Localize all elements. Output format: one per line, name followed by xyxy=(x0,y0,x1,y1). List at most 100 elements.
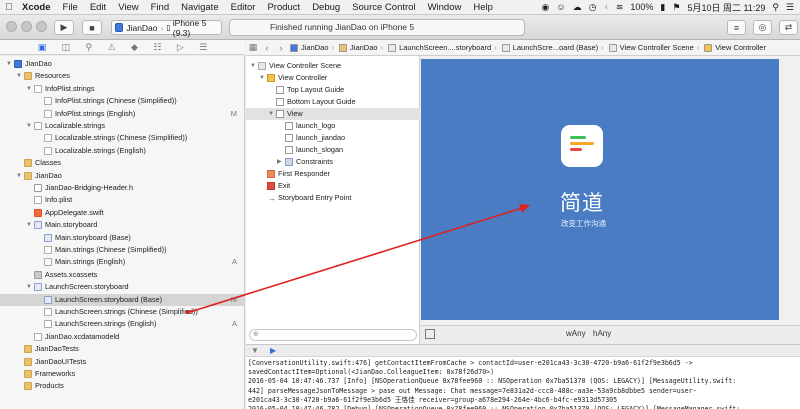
outline-item-launch-slogan[interactable]: launch_slogan xyxy=(246,144,420,156)
outline-item-first-responder[interactable]: First Responder xyxy=(246,168,420,180)
outline-filter-field[interactable]: ⊕ xyxy=(249,329,417,341)
disclosure-triangle-icon[interactable]: ▼ xyxy=(16,170,22,182)
nav-item-localizable-strings[interactable]: ▼ Localizable.strings xyxy=(0,120,245,132)
apple-icon[interactable]:  xyxy=(0,2,18,13)
project-navigator-icon[interactable]: ▣ xyxy=(38,42,47,53)
scheme-selector[interactable]: JianDao › ▯ iPhone 5 (9.3) xyxy=(111,18,222,38)
nav-item-group-products[interactable]: Products xyxy=(0,380,245,392)
menu-navigate[interactable]: Navigate xyxy=(177,2,227,13)
symbol-navigator-icon[interactable]: ◫ xyxy=(62,42,71,53)
bluetooth-icon[interactable]: ᚲ xyxy=(603,2,608,12)
notification-icon[interactable]: ☰ xyxy=(786,2,794,13)
jump-bar-crumb[interactable]: › JianDao xyxy=(329,43,378,52)
breakpoint-navigator-icon[interactable]: ▷ xyxy=(177,42,184,53)
outline-item-storyboard-entry-point[interactable]: → Storyboard Entry Point xyxy=(246,192,420,204)
date-time[interactable]: 5月10日 周二 11:29 xyxy=(687,1,765,14)
run-button[interactable]: ▶ xyxy=(54,20,74,35)
outline-item-view[interactable]: ▼ View xyxy=(246,108,420,120)
outline-item-launch-jiandao[interactable]: launch_jiandao xyxy=(246,132,420,144)
test-navigator-icon[interactable]: ◆ xyxy=(131,42,138,53)
nav-item-group-jiandao[interactable]: ▼ JianDao xyxy=(0,170,245,182)
menu-product[interactable]: Product xyxy=(263,2,308,13)
cloud-icon[interactable]: ☁ xyxy=(573,2,582,13)
disclosure-triangle-icon[interactable]: ▼ xyxy=(16,70,22,82)
close-window-icon[interactable] xyxy=(6,21,17,32)
nav-item-main-storyboard-base[interactable]: Main.storyboard (Base) xyxy=(0,232,245,244)
menu-editor[interactable]: Editor xyxy=(227,2,264,13)
menu-edit[interactable]: Edit xyxy=(86,2,114,13)
nav-item-infoplist-en[interactable]: InfoPlist.strings (English) M xyxy=(0,108,245,120)
nav-item-group-jiandaotests[interactable]: JianDaoTests xyxy=(0,343,245,355)
outline-toggle-icon[interactable] xyxy=(425,329,435,339)
disclosure-triangle-icon[interactable]: ▼ xyxy=(250,60,256,72)
nav-item-group-resources[interactable]: ▼ Resources xyxy=(0,70,245,82)
size-class-height[interactable]: hAny xyxy=(593,329,611,338)
disclosure-triangle-icon[interactable]: ▼ xyxy=(26,281,32,293)
nav-item-bridging-header[interactable]: JianDao-Bridging-Header.h xyxy=(0,182,245,194)
nav-item-infoplist-zh[interactable]: InfoPlist.strings (Chinese (Simplified)) xyxy=(0,95,245,107)
launch-slogan-label[interactable]: 改变工作沟通 xyxy=(561,218,606,229)
disclosure-triangle-icon[interactable]: ▼ xyxy=(6,58,12,70)
menu-help[interactable]: Help xyxy=(469,2,501,13)
back-icon[interactable]: ‹ xyxy=(260,43,274,53)
size-class-width[interactable]: wAny xyxy=(566,329,586,338)
menu-file[interactable]: File xyxy=(59,2,86,13)
outline-item-view-controller-scene[interactable]: ▼ View Controller Scene xyxy=(246,60,420,72)
launch-screen-view[interactable]: 简道 改变工作沟通 xyxy=(421,59,779,320)
disclosure-triangle-icon[interactable]: ▼ xyxy=(259,72,265,84)
launch-jiandao-label[interactable]: 简道 xyxy=(560,187,604,217)
clock-icon[interactable]: ◷ xyxy=(589,2,597,13)
jump-bar-crumb[interactable]: JianDao xyxy=(288,43,329,52)
outline-item-launch-logo[interactable]: launch_logo xyxy=(246,120,420,132)
nav-item-localizable-en[interactable]: Localizable.strings (English) xyxy=(0,145,245,157)
spotlight-icon[interactable]: ⚲ xyxy=(772,2,779,13)
outline-item-constraints[interactable]: ▶ Constraints xyxy=(246,156,420,168)
disclosure-triangle-icon[interactable]: ▼ xyxy=(26,219,32,231)
menu-xcode[interactable]: Xcode xyxy=(18,2,59,13)
jump-bar-crumb[interactable]: › View Controller xyxy=(694,43,766,52)
find-navigator-icon[interactable]: ⚲ xyxy=(86,42,93,53)
issue-navigator-icon[interactable]: ⚠ xyxy=(108,42,116,53)
nav-item-localizable-zh[interactable]: Localizable.strings (Chinese (Simplified… xyxy=(0,132,245,144)
nav-item-main-strings-en[interactable]: Main.strings (English) A xyxy=(0,256,245,268)
menu-view[interactable]: View xyxy=(114,2,146,13)
forward-icon[interactable]: › xyxy=(274,43,288,53)
nav-item-assets-xcassets[interactable]: Assets.xcassets xyxy=(0,269,245,281)
minimize-window-icon[interactable] xyxy=(21,21,32,32)
battery-icon[interactable]: ▮ xyxy=(660,2,665,13)
nav-item-launchscreen-strings-en[interactable]: LaunchScreen.strings (English) A xyxy=(0,318,245,330)
flag-icon[interactable]: ⚑ xyxy=(672,2,680,13)
extra-icon[interactable]: ◉ xyxy=(542,2,550,13)
assistant-editor-button[interactable]: ◎ xyxy=(753,20,772,35)
menu-debug[interactable]: Debug xyxy=(308,2,348,13)
nav-item-main-strings-zh[interactable]: Main.strings (Chinese (Simplified)) xyxy=(0,244,245,256)
nav-item-infoplist-strings[interactable]: ▼ InfoPlist.strings xyxy=(0,83,245,95)
console-output[interactable]: [ConversationUtility.swift:476] getConta… xyxy=(246,357,800,409)
stop-button[interactable]: ■ xyxy=(82,20,102,35)
report-navigator-icon[interactable]: ☰ xyxy=(199,42,207,53)
launch-logo[interactable] xyxy=(561,125,603,167)
wifi-icon[interactable]: ≋ xyxy=(616,2,624,13)
nav-item-launchscreen-storyboard[interactable]: ▼ LaunchScreen.storyboard xyxy=(0,281,245,293)
nav-item-appdelegate-swift[interactable]: AppDelegate.swift xyxy=(0,207,245,219)
nav-item-xcdatamodeld[interactable]: JianDao.xcdatamodeld xyxy=(0,331,245,343)
disclosure-triangle-icon[interactable]: ▼ xyxy=(268,108,274,120)
nav-item-group-jiandaouitests[interactable]: JianDaoUITests xyxy=(0,356,245,368)
jump-bar-crumb[interactable]: › LaunchScreen....storyboard xyxy=(378,43,492,52)
storyboard-canvas[interactable]: 简道 改变工作沟通 wAny hAny xyxy=(421,56,800,344)
menu-find[interactable]: Find xyxy=(147,2,177,13)
disclosure-triangle-icon[interactable]: ▼ xyxy=(26,83,32,95)
battery-percent[interactable]: 100% xyxy=(630,2,653,12)
zoom-window-icon[interactable] xyxy=(36,21,47,32)
nav-item-launchscreen-storyboard-base[interactable]: LaunchScreen.storyboard (Base) M xyxy=(0,293,245,306)
outline-item-bottom-layout-guide[interactable]: Bottom Layout Guide xyxy=(246,96,420,108)
hide-debug-area-icon[interactable]: ▼ xyxy=(251,347,260,355)
nav-item-launchscreen-strings-zh[interactable]: LaunchScreen.strings (Chinese (Simplifie… xyxy=(0,306,245,318)
outline-item-exit[interactable]: Exit xyxy=(246,180,420,192)
people-icon[interactable]: ☺ xyxy=(556,2,565,12)
debug-navigator-icon[interactable]: ☷ xyxy=(153,42,161,53)
menu-source-control[interactable]: Source Control xyxy=(348,2,423,13)
jump-bar-crumb[interactable]: › View Controller Scene xyxy=(598,43,694,52)
nav-item-proj-jiandao[interactable]: ▼ JianDao xyxy=(0,58,245,70)
nav-item-info-plist[interactable]: Info.plist xyxy=(0,194,245,206)
